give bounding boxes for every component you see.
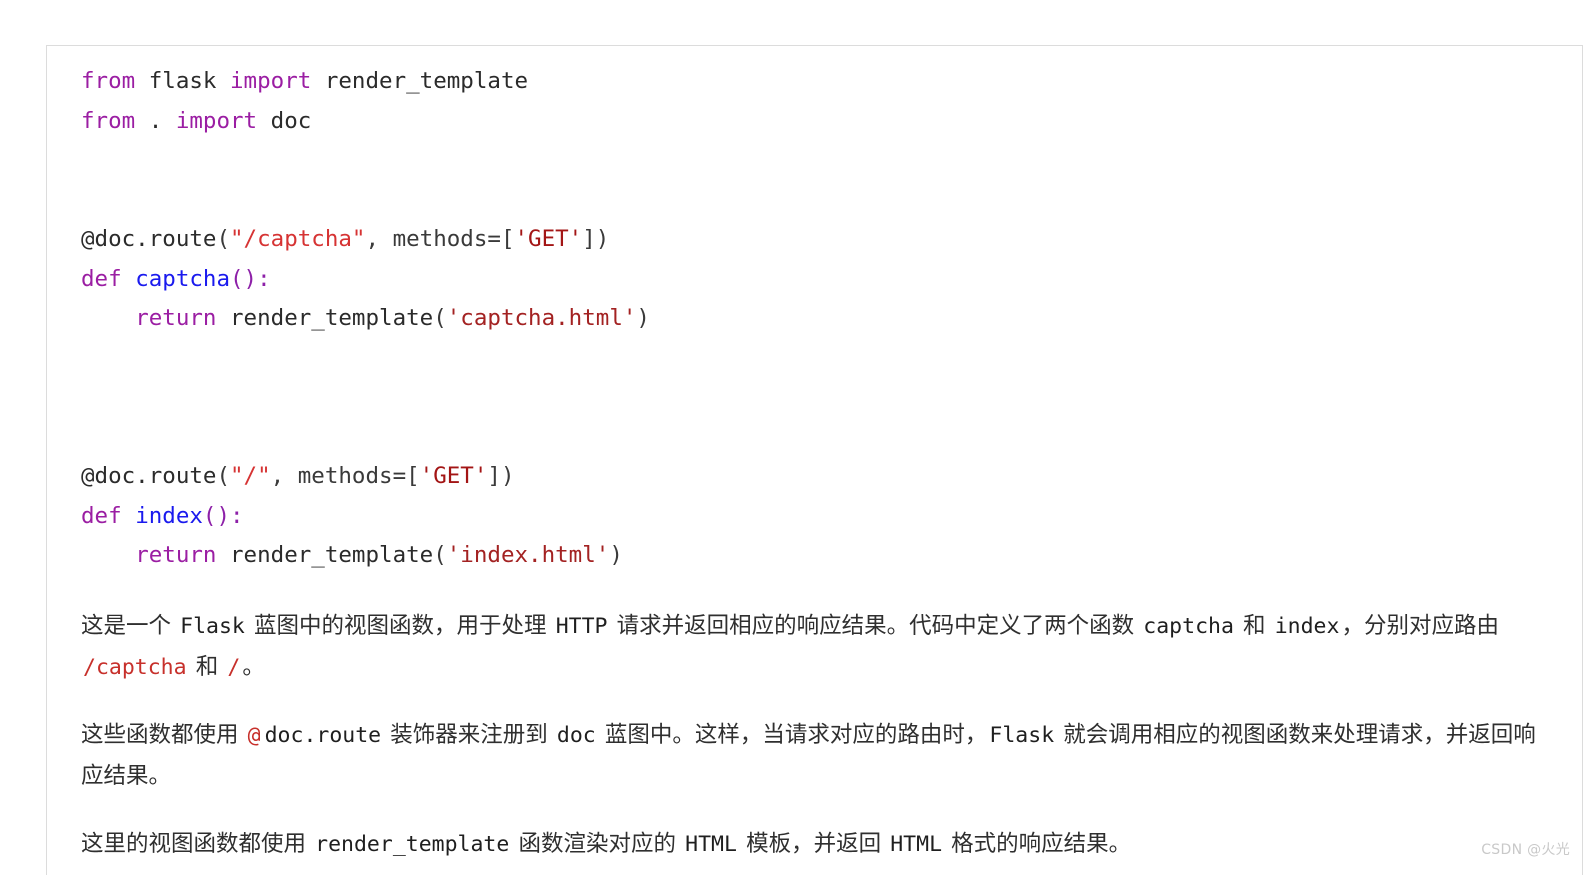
code-token: ( <box>216 226 231 252</box>
code-token: def <box>81 265 122 292</box>
inline-code: doc <box>556 722 596 748</box>
code-token: render_template <box>216 542 434 568</box>
inline-code: @ <box>247 722 261 748</box>
code-line: def captcha(): <box>81 260 1548 300</box>
explanation-paragraph-2: 这些函数都使用 @ doc.route 装饰器来注册到 doc 蓝图中。这样，当请… <box>81 715 1548 797</box>
code-token: from <box>81 107 136 134</box>
code-token: @doc.route <box>81 463 217 489</box>
inline-code: /captcha <box>83 654 187 680</box>
code-token: (): <box>230 265 271 292</box>
code-token: 'index.html' <box>446 542 610 568</box>
code-token: return <box>135 305 217 331</box>
python-code-block: from flask import render_template from . … <box>81 46 1548 576</box>
code-token: ( <box>216 463 231 489</box>
code-token: import <box>175 107 258 134</box>
card-content: from flask import render_template from . … <box>47 46 1582 875</box>
prose-text: 这是一个 <box>81 612 179 639</box>
inline-code: Flask <box>989 722 1055 748</box>
code-token: render_template <box>311 68 529 94</box>
code-token: 'GET' <box>419 463 488 489</box>
code-token: ( <box>433 542 447 568</box>
code-token: 'captcha.html' <box>446 305 637 331</box>
code-line: @doc.route("/", methods=['GET']) <box>81 457 1548 497</box>
prose-text: 装饰器来注册到 <box>383 721 555 748</box>
code-line: @doc.route("/captcha", methods=['GET']) <box>81 220 1548 260</box>
prose-text: 请求并返回相应的响应结果。代码中定义了两个函数 <box>609 612 1142 639</box>
code-line: return render_template('index.html') <box>81 536 1548 576</box>
code-token: (): <box>202 502 244 529</box>
code-line: def index(): <box>81 497 1548 537</box>
code-line: return render_template('captcha.html') <box>81 299 1548 339</box>
code-token: flask <box>135 68 231 94</box>
code-token: ]) <box>487 463 515 489</box>
prose-text: 和 <box>188 653 226 680</box>
prose-text: 。 <box>242 653 265 680</box>
code-token: import <box>230 68 312 94</box>
inline-code: HTTP <box>555 613 608 639</box>
answer-card: from flask import render_template from . … <box>46 45 1583 875</box>
code-token: 'GET' <box>514 226 583 252</box>
code-token: @doc.route <box>81 226 217 252</box>
code-token: return <box>135 542 217 568</box>
code-token: doc <box>257 107 312 134</box>
code-token: "/" <box>230 463 271 489</box>
code-token: ) <box>609 542 623 568</box>
code-token: ) <box>636 305 650 331</box>
prose-text: 蓝图中。这样，当请求对应的路由时， <box>597 721 988 748</box>
explanation-paragraph-3: 这里的视图函数都使用 render_template 函数渲染对应的 HTML … <box>81 824 1548 865</box>
code-token: "/captcha" <box>230 226 366 252</box>
code-token: def <box>81 502 122 529</box>
code-token: captcha <box>135 265 231 292</box>
code-token: render_template <box>216 305 434 331</box>
inline-code: doc.route <box>264 722 382 748</box>
inline-code: index <box>1274 613 1340 639</box>
code-token: ]) <box>582 226 610 252</box>
inline-code: Flask <box>180 613 245 639</box>
code-token: ( <box>433 305 447 331</box>
prose-text: ，分别对应路由 <box>1341 612 1499 639</box>
prose-text: 蓝图中的视图函数，用于处理 <box>246 612 554 639</box>
prose-text: 这些函数都使用 <box>81 721 246 748</box>
code-token: . <box>135 107 176 134</box>
inline-code: captcha <box>1143 613 1234 639</box>
code-token: , methods=[ <box>365 226 515 252</box>
code-token: , methods=[ <box>270 463 420 489</box>
inline-code: / <box>227 654 241 680</box>
explanation-paragraph-1: 这是一个 Flask 蓝图中的视图函数，用于处理 HTTP 请求并返回相应的响应… <box>81 606 1548 688</box>
csdn-watermark: CSDN @火光 <box>1481 842 1570 858</box>
prose-text: 和 <box>1235 612 1273 639</box>
code-line: from flask import render_template <box>81 62 1548 102</box>
code-line: from . import doc <box>81 102 1548 142</box>
code-token: index <box>135 502 203 529</box>
code-token: from <box>81 68 136 94</box>
